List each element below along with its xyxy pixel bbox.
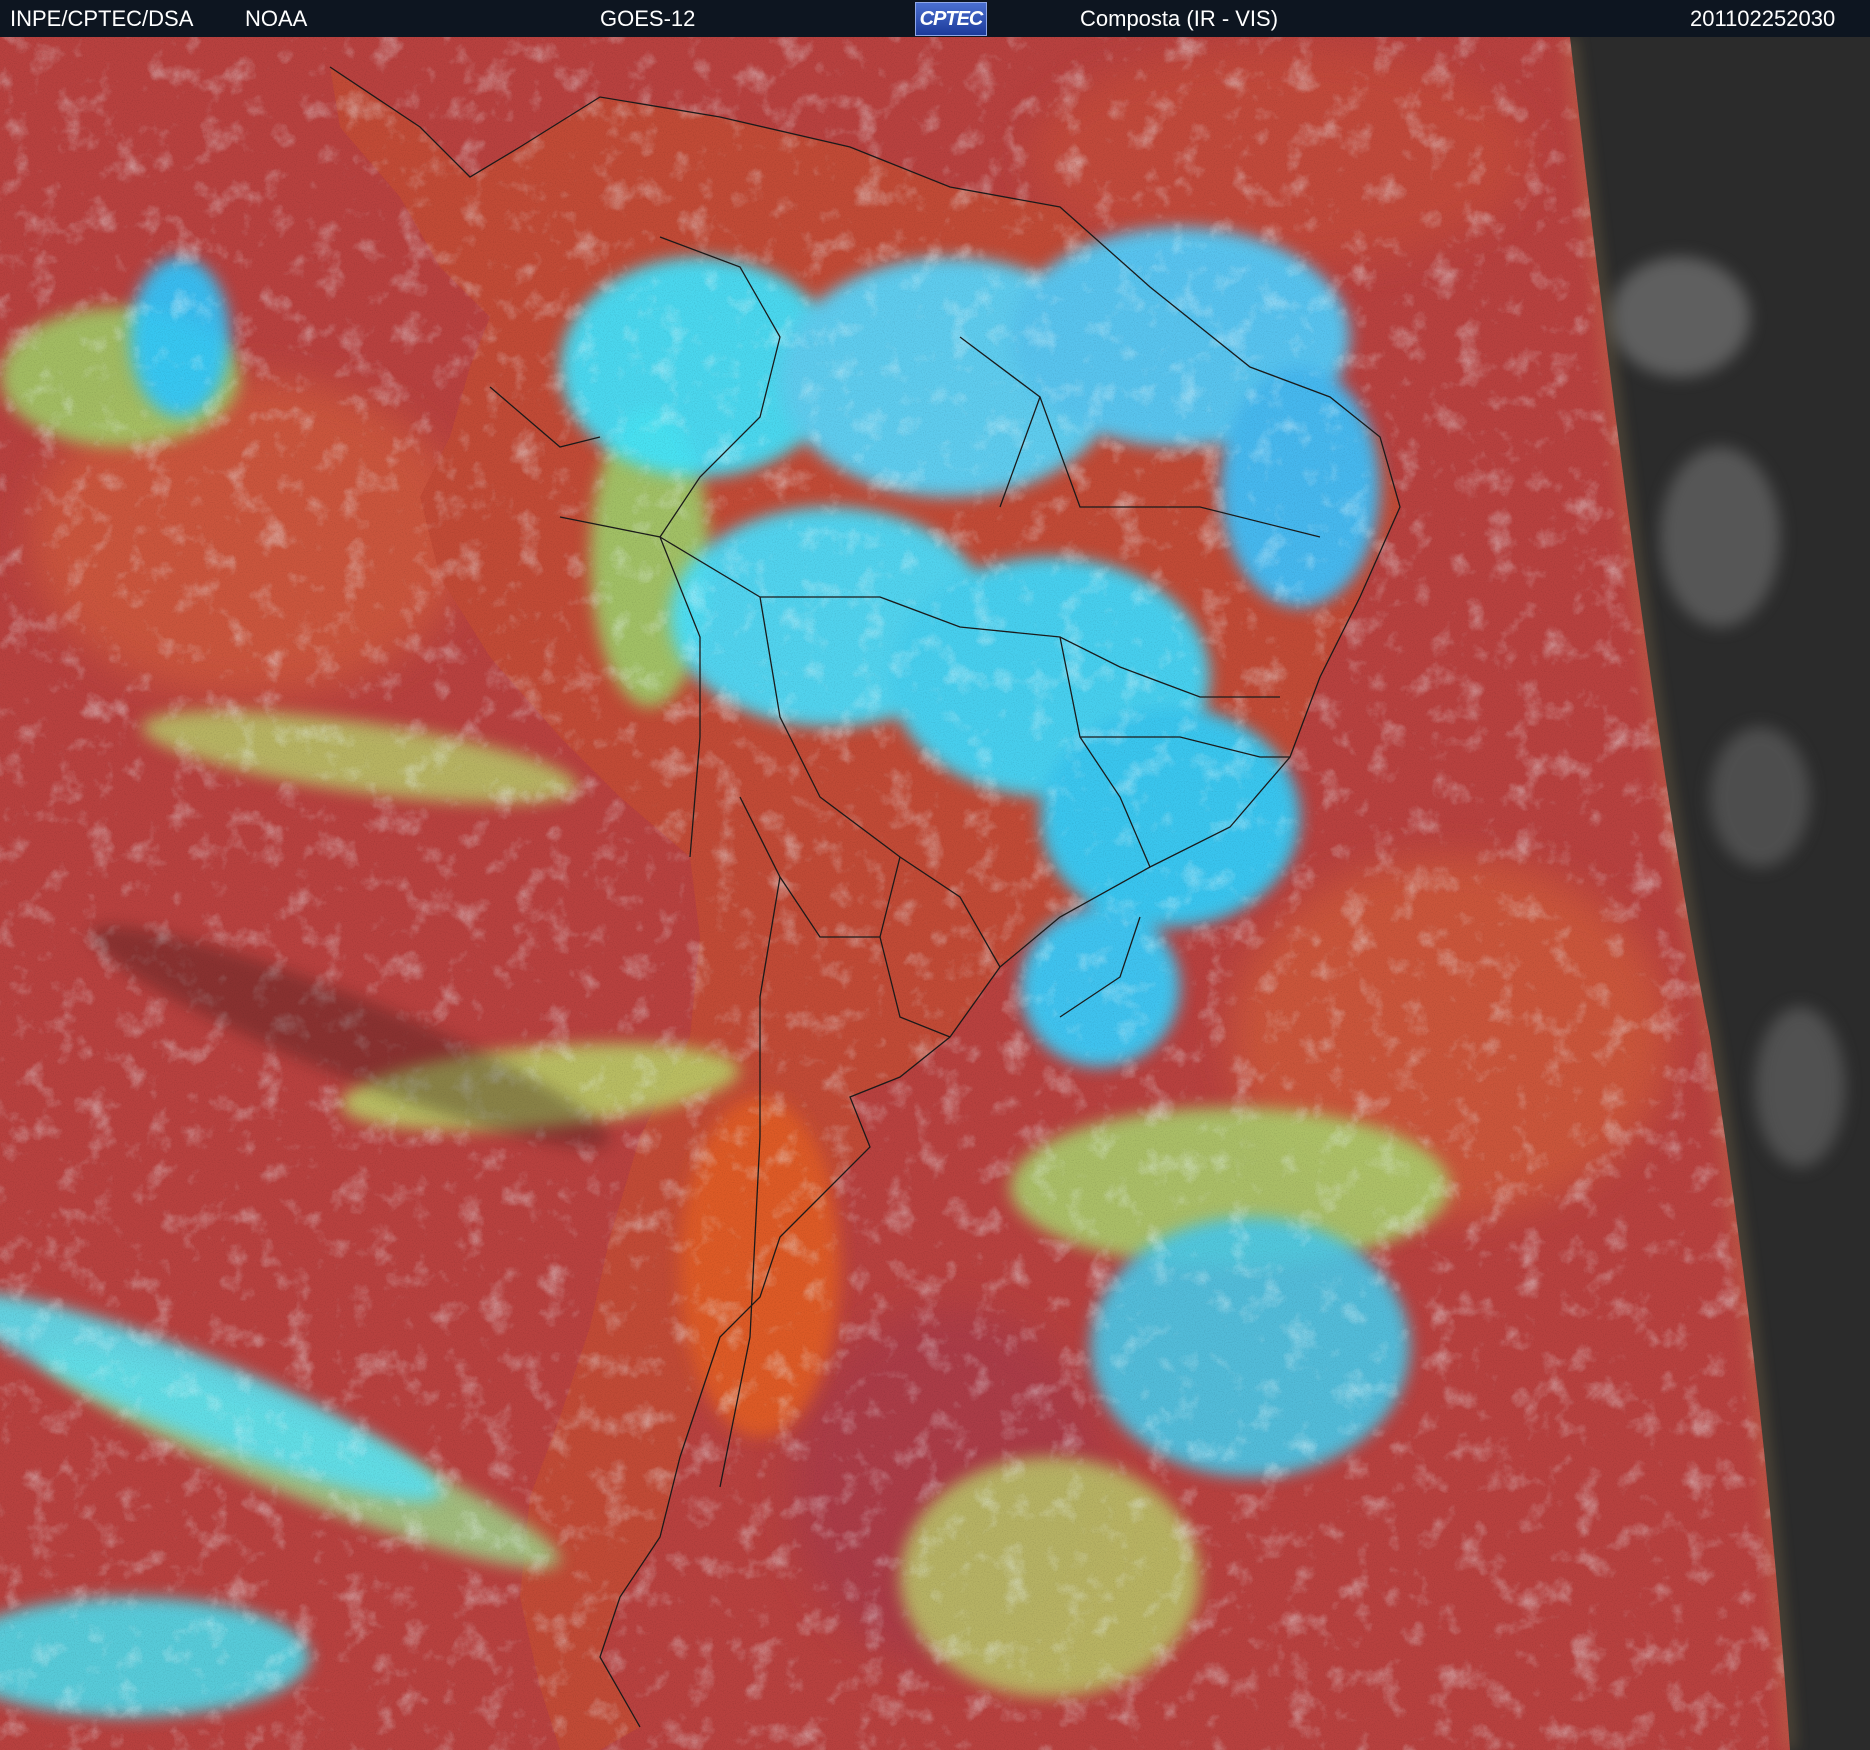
source-label: NOAA xyxy=(245,6,308,31)
product-label: Composta (IR - VIS) xyxy=(1080,6,1279,31)
satellite-label: GOES-12 xyxy=(600,6,696,31)
image-header-bar: INPE/CPTEC/DSA NOAA GOES-12 CPTEC Compos… xyxy=(0,0,1870,37)
noise-speckle xyxy=(0,37,1790,1750)
satellite-composite-map xyxy=(0,37,1870,1750)
agency-label: INPE/CPTEC/DSA xyxy=(10,6,194,31)
cptec-logo: CPTEC xyxy=(915,2,987,36)
timestamp-label: 201102252030 xyxy=(1690,6,1836,31)
